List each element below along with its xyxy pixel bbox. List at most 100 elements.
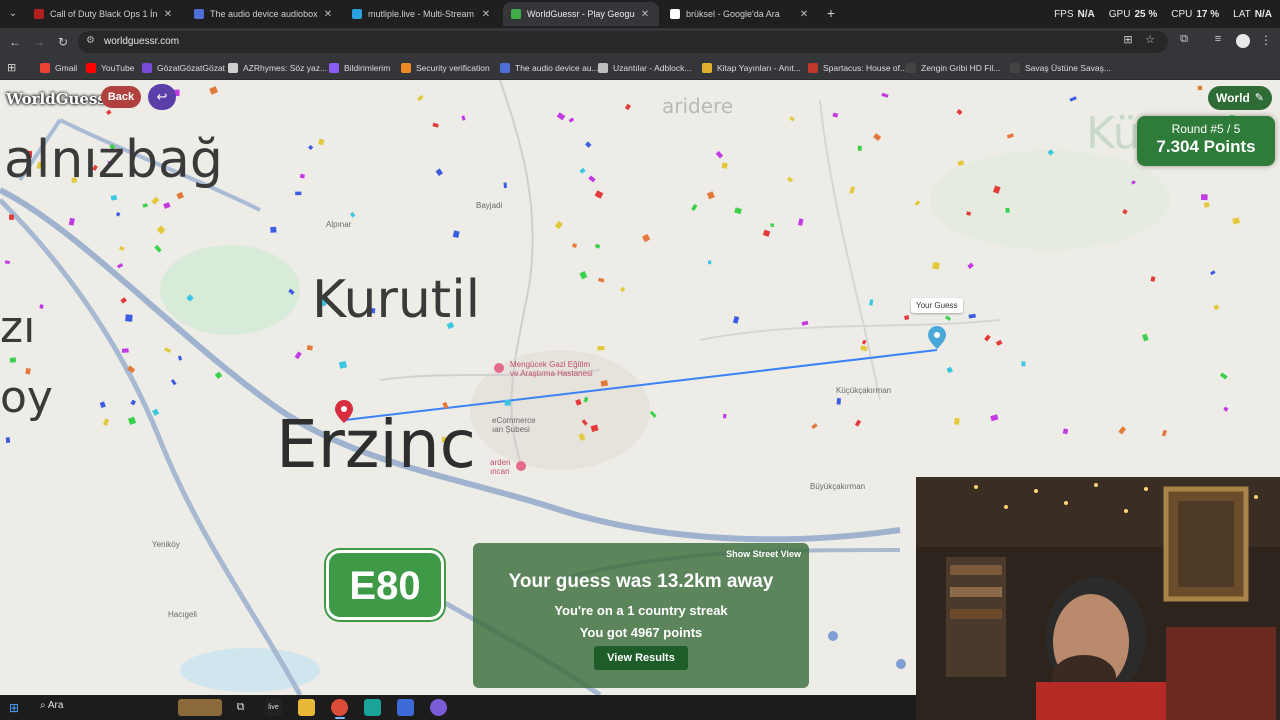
bookmark-item[interactable]: YouTube: [86, 61, 134, 75]
transit-poi-icon[interactable]: [828, 631, 838, 641]
confetti-piece: [1005, 207, 1010, 213]
tab-title: brüksel - Google'da Ara: [686, 9, 780, 19]
bookmark-item[interactable]: Kitap Yayınları - Anıt...: [702, 61, 801, 75]
security-icon: [401, 63, 411, 73]
confetti-piece: [39, 304, 44, 309]
map-label-azi: zı: [0, 302, 36, 353]
app-icon[interactable]: [397, 699, 414, 716]
shop-poi-icon[interactable]: [516, 461, 526, 471]
forward-arrow-icon[interactable]: →: [30, 33, 48, 51]
guess-distance-text: Your guess was 13.2km away: [508, 571, 774, 592]
confetti-piece: [349, 212, 356, 218]
confetti-piece: [209, 86, 219, 95]
bookmark-item[interactable]: Zengin Gribi HD Fil...: [906, 61, 1000, 75]
confetti-piece: [1223, 406, 1229, 412]
news-widget-icon[interactable]: [178, 699, 222, 716]
tab-search-icon[interactable]: ⌄: [4, 5, 22, 23]
confetti-piece: [9, 214, 14, 220]
extensions-icon[interactable]: ⧉: [1176, 33, 1192, 46]
browser-tab[interactable]: mutliple.live - Multi-Stream Da ✕: [344, 2, 500, 26]
confetti-piece: [797, 218, 804, 226]
confetti-piece: [721, 162, 728, 169]
file-explorer-icon[interactable]: [298, 699, 315, 716]
undo-icon[interactable]: ↩: [148, 84, 176, 110]
confetti-piece: [9, 357, 17, 363]
confetti-piece: [734, 207, 742, 215]
transit-poi-icon[interactable]: [896, 659, 906, 669]
bookmark-item[interactable]: Savaş Üstüne Savaş...: [1010, 61, 1111, 75]
confetti-piece: [1203, 202, 1210, 208]
puzzle-icon: [598, 63, 608, 73]
confetti-piece: [1161, 429, 1168, 437]
windows-start-icon[interactable]: ⊞: [9, 701, 19, 715]
live-app-icon[interactable]: live: [265, 699, 282, 716]
close-tab-icon[interactable]: ✕: [322, 9, 334, 20]
confetti-piece: [170, 379, 177, 386]
bookmark-item[interactable]: Spartacus: House of...: [808, 61, 907, 75]
hospital-poi-icon[interactable]: [494, 363, 504, 373]
app-icon[interactable]: [364, 699, 381, 716]
site-info-icon[interactable]: ⚙: [86, 35, 95, 46]
media-controls-icon[interactable]: ≡: [1210, 33, 1226, 45]
map-label-bayjadi: Bayjadi: [476, 201, 503, 210]
address-bar[interactable]: ⚙ worldguessr.com: [78, 31, 1168, 53]
show-street-view-link[interactable]: Show Street View: [726, 549, 801, 559]
browser-tab[interactable]: WorldGuessr - Play Geoguessr ✕: [503, 2, 659, 26]
film-icon: [906, 63, 916, 73]
close-tab-icon[interactable]: ✕: [162, 9, 174, 20]
book-icon: [702, 63, 712, 73]
tab-title: WorldGuessr - Play Geoguessr: [527, 9, 635, 19]
webcam-feed: [916, 477, 1280, 720]
view-results-button[interactable]: View Results: [594, 646, 688, 670]
task-view-icon[interactable]: ⧉: [232, 699, 249, 716]
taskbar-search[interactable]: ⌕ Ara: [40, 700, 63, 711]
new-tab-button[interactable]: +: [822, 4, 840, 22]
map-label-buyukcakirman: Büyükçakırman: [810, 482, 866, 491]
chrome-icon[interactable]: [331, 699, 348, 716]
confetti-piece: [154, 244, 162, 253]
apps-grid-icon[interactable]: ⊞: [7, 61, 16, 74]
confetti-piece: [270, 226, 277, 233]
confetti-piece: [435, 168, 443, 177]
tab-title: The audio device audiobox cou: [210, 9, 318, 19]
confetti-piece: [556, 112, 566, 121]
close-tab-icon[interactable]: ✕: [639, 9, 651, 20]
confetti-piece: [946, 366, 953, 374]
field-area: [930, 150, 1170, 250]
browser-tab[interactable]: brüksel - Google'da Ara ✕: [662, 2, 818, 26]
confetti-piece: [299, 173, 306, 179]
confetti-piece: [588, 175, 596, 183]
confetti-piece: [416, 94, 424, 102]
bookmark-item[interactable]: Gmail: [40, 61, 77, 75]
film-icon: [1010, 63, 1020, 73]
round-result-panel: Show Street View Your guess was 13.2km a…: [473, 543, 809, 688]
confetti-piece: [956, 108, 963, 116]
bookmark-icon: [142, 63, 152, 73]
map-mode-button[interactable]: World ✎: [1208, 86, 1272, 110]
bookmark-star-icon[interactable]: ☆: [1142, 33, 1158, 46]
confetti-piece: [932, 262, 940, 270]
confetti-piece: [338, 360, 348, 369]
bookmark-item[interactable]: Bildirimlerim: [329, 61, 390, 75]
url-text[interactable]: worldguessr.com: [104, 36, 179, 47]
bookmark-item[interactable]: The audio device au...: [500, 61, 599, 75]
browser-menu-icon[interactable]: ⋮: [1260, 33, 1272, 47]
close-tab-icon[interactable]: ✕: [480, 9, 492, 20]
hospital-name: Mengücek Gazi Eğitim: [510, 360, 591, 369]
bookmark-item[interactable]: Security verification: [401, 61, 490, 75]
reload-icon[interactable]: ↻: [54, 33, 72, 51]
bookmark-item[interactable]: AZRhymes: Söz yaz...: [228, 61, 327, 75]
back-button[interactable]: Back: [101, 86, 141, 108]
back-arrow-icon[interactable]: ←: [6, 33, 24, 51]
close-tab-icon[interactable]: ✕: [798, 9, 810, 20]
profile-avatar-icon[interactable]: [1236, 34, 1250, 48]
bookmark-item[interactable]: GözatGözatGözat: [142, 61, 225, 75]
browser-tab[interactable]: Call of Duty Black Ops 1 İndir - ✕: [26, 2, 182, 26]
browser-tab[interactable]: The audio device audiobox cou ✕: [186, 2, 342, 26]
confetti-piece: [620, 286, 626, 293]
confetti-piece: [789, 116, 795, 122]
app-icon[interactable]: [430, 699, 447, 716]
bookmark-item[interactable]: Uzantılar - Adblock...: [598, 61, 691, 75]
translate-icon[interactable]: ⊞: [1120, 33, 1136, 46]
guess-pin-label: Your Guess: [911, 298, 963, 313]
